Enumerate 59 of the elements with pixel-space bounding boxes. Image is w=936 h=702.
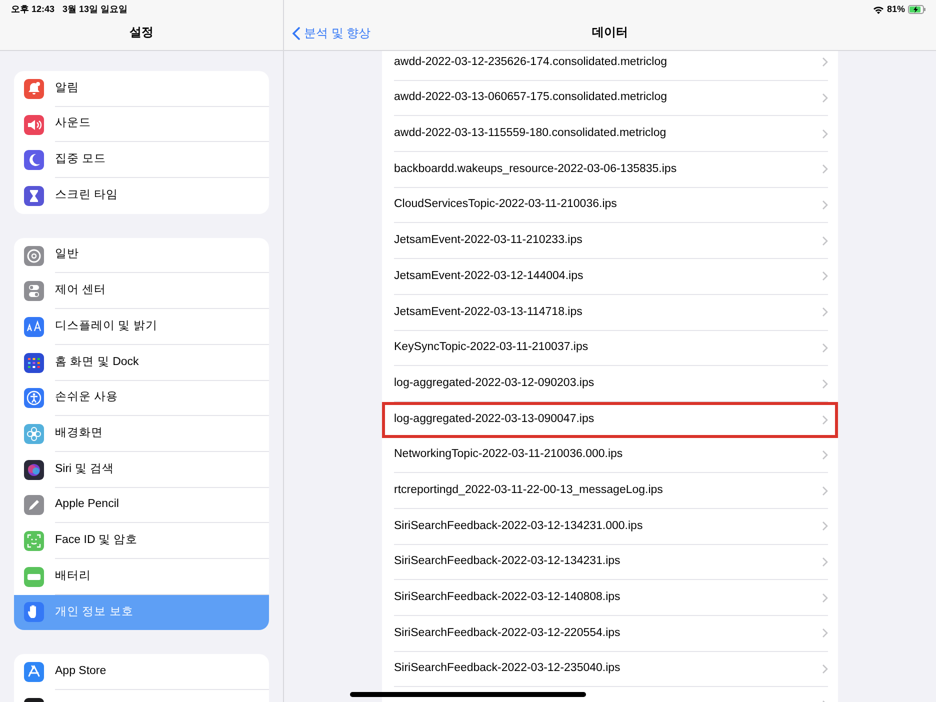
settings-item[interactable]: 홈 화면 및 Dock bbox=[14, 344, 269, 380]
settings-item[interactable]: Siri 및 검색 bbox=[14, 452, 269, 488]
chevron-icon bbox=[822, 664, 828, 674]
settings-item[interactable]: 사운드 bbox=[14, 106, 269, 142]
chevron-icon bbox=[822, 128, 828, 139]
chevron-icon bbox=[822, 57, 828, 68]
settings-item[interactable]: 배경화면 bbox=[14, 416, 269, 452]
file-row[interactable]: awdd-2022-03-12-235626-174.consolidated.metriclog bbox=[382, 51, 838, 81]
chevron-icon bbox=[822, 271, 828, 282]
file-row[interactable]: JetsamEvent-2022-03-12-144004.ips bbox=[382, 259, 838, 295]
chevron-icon bbox=[822, 93, 828, 104]
settings-item[interactable]: 스크린 타임 bbox=[14, 178, 269, 214]
file-row[interactable]: backboardd.wakeups_resource-2022-03-06-135835.ips bbox=[382, 152, 838, 188]
file-row[interactable]: log-aggregated-2022-03-13-090047.ips bbox=[382, 402, 838, 438]
chevron-icon bbox=[822, 486, 828, 496]
file-row[interactable]: SiriSearchFeedback-2022-03-12-134231.ips bbox=[382, 544, 838, 580]
back-chevron-icon bbox=[292, 26, 300, 40]
chevron-icon bbox=[822, 200, 828, 210]
file-row[interactable]: log-aggregated-2022-03-12-090203.ips bbox=[382, 366, 838, 402]
file-row[interactable]: SiriSearchFeedback-2022-03-12-220554.ips bbox=[382, 616, 838, 652]
back-button[interactable]: 분석 및 향상 bbox=[292, 24, 371, 42]
settings-item[interactable]: 집중 모드 bbox=[14, 142, 269, 178]
sidebar-title: 설정 bbox=[130, 24, 154, 41]
file-row[interactable]: NetworkingTopic-2022-03-11-210036.000.ips bbox=[382, 438, 838, 474]
settings-item[interactable]: 제어 센터 bbox=[14, 273, 269, 310]
file-row[interactable]: rtcreportingd_2022-03-11-22-00-13_messageLog.ips bbox=[382, 473, 838, 509]
file-row[interactable]: SiriSearchFeedback-2022-03-12-235040.ips bbox=[382, 652, 838, 688]
settings-item[interactable]: 일반 bbox=[14, 238, 269, 274]
chevron-icon bbox=[822, 236, 828, 246]
file-row[interactable]: SiriSearchFeedback-2022-03-12-140808.ips bbox=[382, 580, 838, 616]
status-time: 오후 12:43 bbox=[11, 3, 55, 16]
wifi-icon bbox=[872, 6, 884, 14]
battery-charging-icon bbox=[908, 5, 926, 14]
file-row[interactable]: SiriSearchFeedback-2022-03-12-134231.000.ips bbox=[382, 508, 838, 545]
chevron-icon bbox=[822, 378, 828, 389]
file-row[interactable]: KeySyncTopic-2022-03-11-210037.ips bbox=[382, 330, 838, 366]
chevron-icon bbox=[822, 414, 828, 425]
file-row[interactable]: JetsamEvent-2022-03-13-114718.ips bbox=[382, 294, 838, 330]
settings-item[interactable]: Face ID 및 암호 bbox=[14, 523, 269, 559]
status-date: 3월 13일 일요일 bbox=[62, 3, 128, 16]
settings-item[interactable]: App Store bbox=[14, 654, 269, 690]
chevron-icon bbox=[822, 450, 828, 460]
chevron-icon bbox=[822, 592, 828, 603]
file-row[interactable]: awdd-2022-03-13-115559-180.consolidated.metriclog bbox=[382, 116, 838, 152]
chevron-icon bbox=[822, 164, 828, 174]
chevron-icon bbox=[822, 307, 828, 318]
battery-percent: 81% bbox=[886, 3, 905, 16]
settings-item[interactable]: 디스플레이 및 밝기 bbox=[14, 309, 269, 345]
page-title: 데이터 bbox=[592, 24, 628, 41]
chevron-icon bbox=[822, 521, 828, 532]
file-row[interactable]: JetsamEvent-2022-03-11-210233.ips bbox=[382, 223, 838, 260]
settings-item[interactable]: 알림 bbox=[14, 71, 269, 107]
settings-item[interactable]: Apple Pencil bbox=[14, 488, 269, 524]
settings-item[interactable]: 손쉬운 사용 bbox=[14, 380, 269, 416]
chevron-icon bbox=[822, 556, 828, 567]
file-row[interactable]: awdd-2022-03-13-060657-175.consolidated.metriclog bbox=[382, 80, 838, 116]
chevron-icon bbox=[822, 342, 828, 353]
file-row[interactable]: CloudServicesTopic-2022-03-11-210036.ips bbox=[382, 188, 838, 224]
chevron-icon bbox=[822, 628, 828, 638]
